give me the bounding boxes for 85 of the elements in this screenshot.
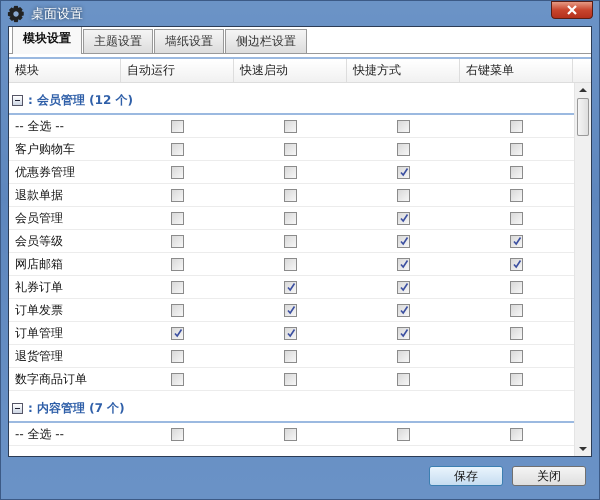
close-button[interactable] <box>551 1 593 19</box>
tab[interactable]: 主题设置 <box>83 29 153 53</box>
column-header: 右键菜单 <box>460 59 573 82</box>
checkbox[interactable] <box>510 428 523 440</box>
checkbox[interactable] <box>397 280 410 294</box>
close-icon <box>567 5 577 15</box>
column-header: 自动运行 <box>121 59 234 82</box>
checkbox[interactable] <box>171 304 184 316</box>
checkbox[interactable] <box>171 372 184 386</box>
group-title: : 会员管理 (12 个) <box>28 92 133 108</box>
tab[interactable]: 模块设置 <box>12 27 82 54</box>
checkbox[interactable] <box>171 258 184 270</box>
checkbox[interactable] <box>510 212 523 224</box>
column-header: 快捷方式 <box>347 59 460 82</box>
tab[interactable]: 墙纸设置 <box>154 29 224 53</box>
checkbox[interactable] <box>397 142 410 156</box>
checkbox[interactable] <box>510 350 523 362</box>
checkbox[interactable] <box>397 350 410 362</box>
checkbox[interactable] <box>171 280 184 294</box>
checkbox[interactable] <box>284 350 297 362</box>
tab[interactable]: 侧边栏设置 <box>225 29 307 53</box>
module-name: -- 全选 -- <box>15 426 64 442</box>
dialog-button[interactable]: 保存 <box>429 466 503 486</box>
checkbox[interactable] <box>171 142 184 156</box>
checkbox[interactable] <box>284 280 297 294</box>
checkbox[interactable] <box>171 428 184 440</box>
checkbox[interactable] <box>510 280 523 294</box>
checkbox[interactable] <box>284 372 297 386</box>
gear-icon <box>7 4 25 22</box>
checkbox[interactable] <box>397 166 410 178</box>
group-title: : 内容管理 (7 个) <box>28 400 125 416</box>
checkbox[interactable] <box>510 326 523 340</box>
checkbox[interactable] <box>510 258 523 270</box>
checkbox[interactable] <box>171 120 184 132</box>
checkbox[interactable] <box>284 428 297 440</box>
checkbox[interactable] <box>510 372 523 386</box>
checkbox[interactable] <box>284 166 297 178</box>
module-name: 订单管理 <box>15 324 63 342</box>
checkbox[interactable] <box>510 120 523 132</box>
checkbox[interactable] <box>284 120 297 132</box>
checkbox[interactable] <box>171 188 184 202</box>
module-name: 数字商品订单 <box>15 370 87 388</box>
checkbox[interactable] <box>171 212 184 224</box>
checkbox[interactable] <box>510 166 523 178</box>
checkbox[interactable] <box>284 188 297 202</box>
checkbox[interactable] <box>284 258 297 270</box>
checkbox[interactable] <box>171 350 184 362</box>
checkbox[interactable] <box>397 212 410 224</box>
module-name: 会员等级 <box>15 232 63 250</box>
module-name: -- 全选 -- <box>15 118 64 134</box>
checkbox[interactable] <box>284 326 297 340</box>
checkbox[interactable] <box>510 234 523 248</box>
module-name: 退款单据 <box>15 186 63 204</box>
module-name: 订单发票 <box>15 302 63 318</box>
checkbox[interactable] <box>397 304 410 316</box>
scrollbar[interactable] <box>574 83 591 456</box>
checkbox[interactable] <box>284 234 297 248</box>
checkbox[interactable] <box>171 234 184 248</box>
collapse-icon[interactable] <box>12 402 23 414</box>
checkbox[interactable] <box>397 120 410 132</box>
checkbox[interactable] <box>171 326 184 340</box>
checkbox[interactable] <box>510 188 523 202</box>
checkbox[interactable] <box>510 142 523 156</box>
module-name: 退货管理 <box>15 348 63 364</box>
checkbox[interactable] <box>284 212 297 224</box>
window-title: 桌面设置 <box>31 6 84 22</box>
module-name: 网店邮箱 <box>15 256 63 272</box>
dialog-button[interactable]: 关闭 <box>512 466 586 486</box>
collapse-icon[interactable] <box>12 94 23 106</box>
checkbox[interactable] <box>284 304 297 316</box>
checkbox[interactable] <box>284 142 297 156</box>
module-name: 礼券订单 <box>15 278 63 296</box>
checkbox[interactable] <box>397 372 410 386</box>
checkbox[interactable] <box>397 258 410 270</box>
checkbox[interactable] <box>397 428 410 440</box>
checkbox[interactable] <box>397 188 410 202</box>
column-header: 快速启动 <box>234 59 347 82</box>
column-header: 模块 <box>9 59 121 82</box>
checkbox[interactable] <box>397 326 410 340</box>
checkbox[interactable] <box>397 234 410 248</box>
module-name: 会员管理 <box>15 210 63 226</box>
checkbox[interactable] <box>171 166 184 178</box>
module-name: 客户购物车 <box>15 140 75 158</box>
checkbox[interactable] <box>510 304 523 316</box>
module-name: 优惠券管理 <box>15 164 75 180</box>
